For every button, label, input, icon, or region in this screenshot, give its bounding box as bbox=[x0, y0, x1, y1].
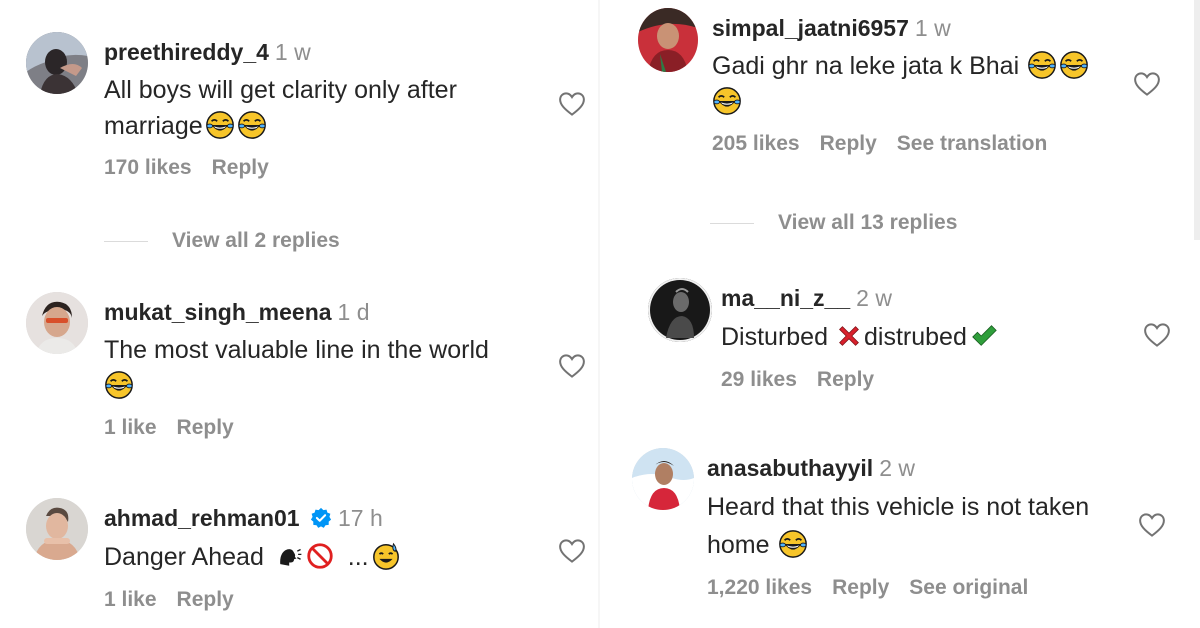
view-replies-label[interactable]: View all 13 replies bbox=[778, 211, 957, 234]
joy-emoji-icon bbox=[1027, 50, 1057, 80]
comment-text: All boys will get clarity only after mar… bbox=[104, 72, 457, 144]
likes-count[interactable]: 205 likes bbox=[712, 132, 800, 155]
likes-count[interactable]: 1 like bbox=[104, 588, 157, 611]
avatar[interactable] bbox=[638, 8, 698, 72]
see-translation-button[interactable]: See translation bbox=[897, 132, 1048, 155]
left-comment-column: preethireddy_4 1 w All boys will get clar… bbox=[0, 0, 600, 628]
replies-line bbox=[710, 222, 754, 224]
reply-button[interactable]: Reply bbox=[212, 156, 269, 179]
grinning-sweat-emoji-icon bbox=[371, 541, 401, 571]
comment-text-line: home bbox=[707, 531, 770, 559]
right-comment-column: simpal_jaatni6957 1 w Gadi ghr na leke ja… bbox=[600, 0, 1200, 628]
comment-text-line: Danger Ahead bbox=[104, 543, 264, 571]
avatar[interactable] bbox=[648, 278, 712, 342]
cross-mark-icon bbox=[839, 326, 859, 346]
comment-text-line: All boys will get clarity only after bbox=[104, 76, 457, 104]
username[interactable]: preethireddy_4 bbox=[104, 39, 269, 65]
joy-emoji-icon bbox=[104, 370, 134, 400]
like-heart-icon[interactable] bbox=[1136, 510, 1168, 540]
replies-line bbox=[104, 240, 148, 242]
username[interactable]: anasabuthayyil bbox=[707, 455, 873, 481]
comment-text-part: Disturbed bbox=[721, 323, 828, 351]
comment-text: The most valuable line in the world bbox=[104, 332, 489, 404]
avatar[interactable] bbox=[26, 498, 88, 560]
comment-text: Disturbed distrubed bbox=[721, 318, 999, 356]
timestamp: 2 w bbox=[879, 455, 915, 481]
timestamp: 17 h bbox=[337, 505, 383, 531]
reply-button[interactable]: Reply bbox=[177, 416, 234, 439]
comment-text: Heard that this vehicle is not taken hom… bbox=[707, 488, 1089, 564]
joy-emoji-icon bbox=[237, 110, 267, 140]
comment-item: simpal_jaatni6957 1 w Gadi ghr na leke ja… bbox=[600, 0, 1200, 190]
comment-item: ahmad_rehman01 17 h Danger Ahead ... 1 l… bbox=[0, 490, 600, 628]
comment-text-line: Gadi ghr na leke jata k Bhai bbox=[712, 52, 1020, 80]
view-replies-label[interactable]: View all 2 replies bbox=[172, 229, 340, 252]
timestamp: 2 w bbox=[856, 285, 892, 311]
username[interactable]: ahmad_rehman01 bbox=[104, 505, 300, 531]
like-heart-icon[interactable] bbox=[556, 351, 588, 381]
avatar[interactable] bbox=[26, 292, 88, 354]
comment-text-part: distrubed bbox=[864, 323, 967, 351]
joy-emoji-icon bbox=[1059, 50, 1089, 80]
joy-emoji-icon bbox=[205, 110, 235, 140]
avatar[interactable] bbox=[26, 32, 88, 94]
comment-text-suffix: ... bbox=[347, 543, 369, 571]
reply-button[interactable]: Reply bbox=[820, 132, 877, 155]
comment-item: anasabuthayyil 2 w Heard that this vehicl… bbox=[600, 440, 1200, 628]
username[interactable]: ma__ni_z__ bbox=[721, 285, 850, 311]
comment-text-line: marriage bbox=[104, 112, 203, 140]
likes-count[interactable]: 1,220 likes bbox=[707, 576, 812, 599]
view-replies-button[interactable]: View all 13 replies bbox=[710, 211, 957, 235]
view-replies-button[interactable]: View all 2 replies bbox=[104, 229, 340, 253]
reply-button[interactable]: Reply bbox=[817, 368, 874, 391]
see-original-button[interactable]: See original bbox=[909, 576, 1028, 599]
avatar[interactable] bbox=[632, 448, 694, 510]
comment-text: Danger Ahead ... bbox=[104, 538, 401, 576]
likes-count[interactable]: 1 like bbox=[104, 416, 157, 439]
check-mark-icon bbox=[972, 325, 997, 346]
like-heart-icon[interactable] bbox=[556, 89, 588, 119]
username[interactable]: mukat_singh_meena bbox=[104, 299, 332, 325]
like-heart-icon[interactable] bbox=[556, 536, 588, 566]
speaking-head-icon bbox=[279, 548, 302, 566]
joy-emoji-icon bbox=[778, 529, 808, 559]
likes-count[interactable]: 29 likes bbox=[721, 368, 797, 391]
username[interactable]: simpal_jaatni6957 bbox=[712, 15, 909, 41]
comment-item: preethireddy_4 1 w All boys will get clar… bbox=[0, 0, 600, 200]
timestamp: 1 d bbox=[337, 299, 370, 325]
reply-button[interactable]: Reply bbox=[832, 576, 889, 599]
comment-text-line: Heard that this vehicle is not taken bbox=[707, 493, 1090, 521]
timestamp: 1 w bbox=[274, 39, 311, 65]
comment-text: Gadi ghr na leke jata k Bhai bbox=[712, 48, 1089, 120]
like-heart-icon[interactable] bbox=[1131, 69, 1163, 99]
likes-count[interactable]: 170 likes bbox=[104, 156, 192, 179]
like-heart-icon[interactable] bbox=[1141, 320, 1173, 350]
timestamp: 1 w bbox=[914, 15, 951, 41]
reply-button[interactable]: Reply bbox=[177, 588, 234, 611]
prohibited-icon bbox=[307, 543, 333, 569]
comment-text-line: The most valuable line in the world bbox=[104, 336, 489, 364]
verified-badge-icon bbox=[310, 507, 332, 528]
comment-item: ma__ni_z__ 2 w Disturbed distrubed 29 lik… bbox=[600, 270, 1200, 420]
comment-item: mukat_singh_meena 1 d The most valuable l… bbox=[0, 280, 600, 460]
joy-emoji-icon bbox=[712, 86, 742, 116]
